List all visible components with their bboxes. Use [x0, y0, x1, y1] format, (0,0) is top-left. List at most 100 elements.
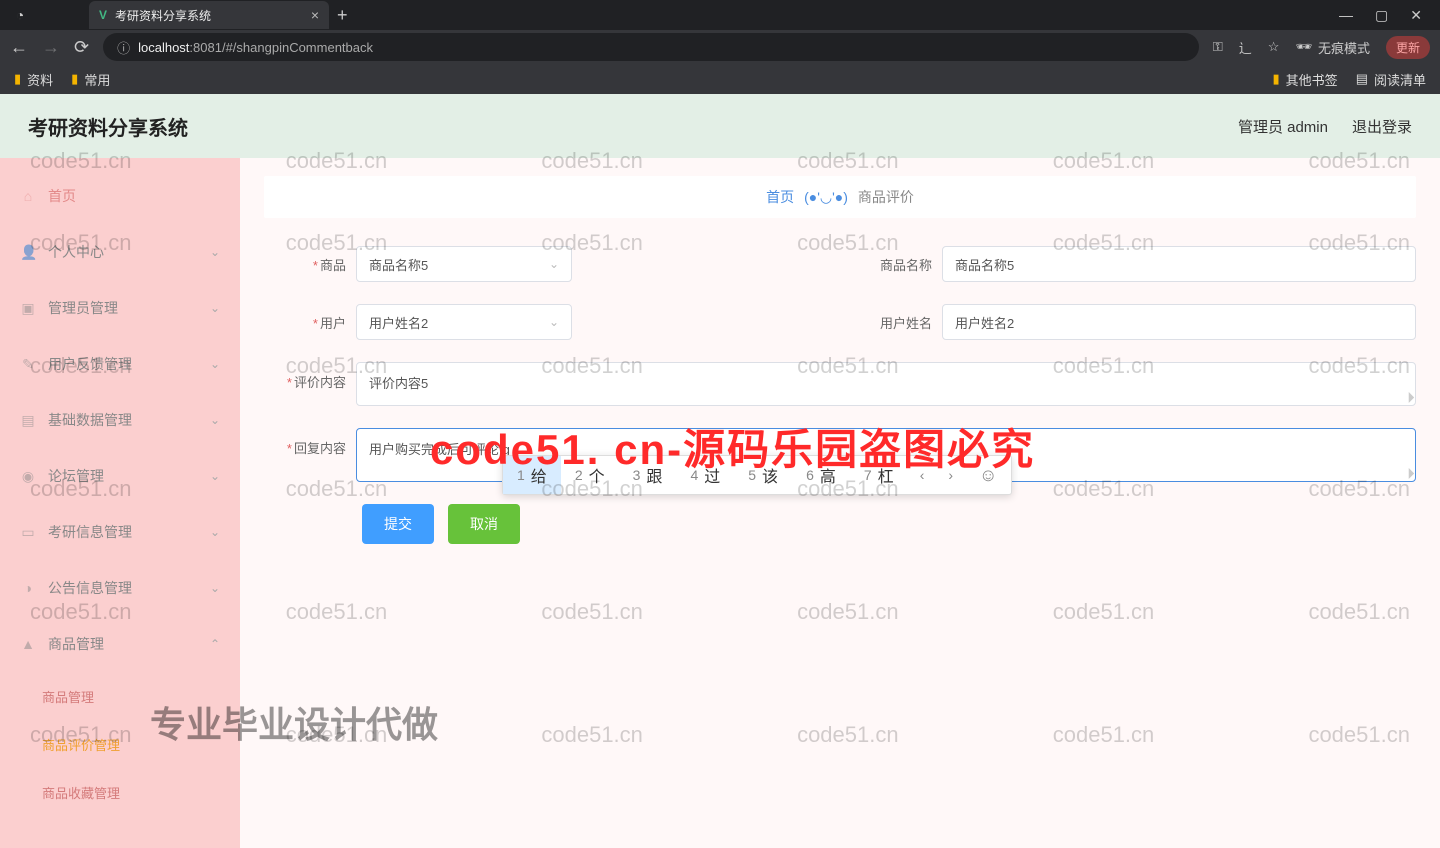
- breadcrumb-current: 商品评价: [858, 187, 914, 207]
- url-input[interactable]: ⓘ localhost:8081/#/shangpinCommentback: [103, 33, 1199, 61]
- home-icon: ⌂: [20, 188, 36, 204]
- user-icon: 👤: [20, 244, 36, 261]
- resize-handle-icon[interactable]: ◢: [1403, 391, 1416, 404]
- chevron-down-icon: ⌄: [549, 257, 559, 271]
- tab-title: 考研资料分享系统: [115, 7, 211, 24]
- sidebar-item-forum[interactable]: ◉论坛管理⌄: [0, 448, 240, 504]
- incognito-icon: 🕶: [1295, 39, 1312, 55]
- browser-chrome: ◔ V 考研资料分享系统 × + — ▢ ✕ ← → ⟳ ⓘ localhost…: [0, 0, 1440, 94]
- reading-list[interactable]: ▤阅读清单: [1356, 70, 1426, 89]
- window-controls: — ▢ ✕: [1339, 7, 1440, 24]
- user-name-input[interactable]: 用户姓名2: [942, 304, 1416, 340]
- incognito-badge: 🕶 无痕模式: [1295, 38, 1370, 57]
- face-icon: (●'◡'●): [804, 189, 848, 206]
- chevron-down-icon: ⌄: [210, 581, 220, 595]
- submit-button[interactable]: 提交: [362, 504, 434, 544]
- vue-favicon-icon: V: [99, 8, 107, 22]
- chevron-down-icon: ⌄: [210, 469, 220, 483]
- browser-tab[interactable]: V 考研资料分享系统 ×: [89, 1, 329, 29]
- new-tab-icon[interactable]: +: [337, 5, 348, 26]
- close-window-icon[interactable]: ✕: [1410, 7, 1422, 24]
- product-name-input[interactable]: 商品名称5: [942, 246, 1416, 282]
- book-icon: ▭: [20, 524, 36, 541]
- button-row: 提交 取消: [362, 504, 1416, 544]
- logout-link[interactable]: 退出登录: [1352, 116, 1412, 137]
- other-bookmarks[interactable]: ▮其他书签: [1273, 70, 1338, 89]
- url-host: localhost: [138, 40, 189, 55]
- bookmark-folder-2[interactable]: ▮常用: [71, 70, 110, 89]
- sidebar-sub-product-manage[interactable]: 商品管理: [0, 672, 240, 720]
- ime-candidate[interactable]: 1给: [503, 456, 561, 494]
- app-title: 考研资料分享系统: [28, 112, 188, 141]
- breadcrumb-home[interactable]: 首页: [766, 187, 794, 207]
- minimize-icon[interactable]: —: [1339, 7, 1353, 24]
- update-button[interactable]: 更新: [1386, 36, 1430, 59]
- ime-next-icon[interactable]: ›: [936, 467, 965, 483]
- sidebar-item-notice[interactable]: ◑公告信息管理⌄: [0, 560, 240, 616]
- resize-handle-icon[interactable]: ◢: [1403, 467, 1416, 480]
- sidebar-item-exam[interactable]: ▭考研信息管理⌄: [0, 504, 240, 560]
- sidebar: ⌂首页 👤个人中心⌄ ▣管理员管理⌄ ✎用户反馈管理⌄ ▤基础数据管理⌄ ◉论坛…: [0, 158, 240, 848]
- chevron-down-icon: ⌄: [210, 245, 220, 259]
- chevron-down-icon: ⌄: [210, 301, 220, 315]
- forward-icon[interactable]: →: [42, 37, 60, 58]
- sidebar-sub-product-comment[interactable]: 商品评价管理: [0, 720, 240, 768]
- ime-candidate-bar: 1给 2个 3跟 4过 5该 6高 7杠 ‹ › ☺: [502, 455, 1012, 495]
- bookmark-bar: ▮资料 ▮常用 ▮其他书签 ▤阅读清单: [0, 64, 1440, 94]
- translate-icon[interactable]: ⻌: [1239, 38, 1252, 57]
- chevron-down-icon: ⌄: [549, 315, 559, 329]
- sidebar-item-product[interactable]: ▲商品管理⌃: [0, 616, 240, 672]
- feedback-icon: ✎: [20, 356, 36, 373]
- address-bar: ← → ⟳ ⓘ localhost:8081/#/shangpinComment…: [0, 30, 1440, 64]
- ime-candidate[interactable]: 4过: [676, 456, 734, 494]
- reload-icon[interactable]: ⟳: [74, 37, 89, 58]
- breadcrumb: 首页 (●'◡'●) 商品评价: [264, 176, 1416, 218]
- notice-icon: ◑: [20, 580, 36, 596]
- url-port: :8081: [189, 40, 222, 55]
- folder-icon: ▮: [71, 71, 78, 87]
- ime-candidate[interactable]: 7杠: [850, 456, 908, 494]
- clipboard-icon: ▣: [20, 300, 36, 317]
- star-icon[interactable]: ☆: [1268, 39, 1280, 55]
- data-icon: ▤: [20, 412, 36, 429]
- tab-control-icon[interactable]: ◔: [6, 1, 34, 29]
- ime-emoji-icon[interactable]: ☺: [965, 465, 1011, 486]
- admin-label[interactable]: 管理员 admin: [1238, 116, 1328, 137]
- chevron-down-icon: ⌄: [210, 413, 220, 427]
- ime-prev-icon[interactable]: ‹: [908, 467, 937, 483]
- url-path: /#/shangpinCommentback: [222, 40, 373, 55]
- folder-icon: ▮: [1273, 71, 1280, 87]
- product-select[interactable]: 商品名称5⌄: [356, 246, 572, 282]
- forum-icon: ◉: [20, 468, 36, 485]
- tab-bar: ◔ V 考研资料分享系统 × + — ▢ ✕: [0, 0, 1440, 30]
- key-icon[interactable]: ⚿: [1213, 39, 1223, 55]
- user-select[interactable]: 用户姓名2⌄: [356, 304, 572, 340]
- sidebar-item-home[interactable]: ⌂首页: [0, 168, 240, 224]
- back-icon[interactable]: ←: [10, 37, 28, 58]
- sidebar-item-feedback[interactable]: ✎用户反馈管理⌄: [0, 336, 240, 392]
- sidebar-item-admin[interactable]: ▣管理员管理⌄: [0, 280, 240, 336]
- sidebar-item-profile[interactable]: 👤个人中心⌄: [0, 224, 240, 280]
- form-row-comment: *评价内容 评价内容5◢: [264, 362, 1416, 406]
- bookmark-folder-1[interactable]: ▮资料: [14, 70, 53, 89]
- form-row-product: *商品 商品名称5⌄ 商品名称 商品名称5: [264, 246, 1416, 282]
- close-tab-icon[interactable]: ×: [311, 7, 319, 23]
- sidebar-sub-product-favorite[interactable]: 商品收藏管理: [0, 768, 240, 816]
- list-icon: ▤: [1356, 71, 1368, 87]
- chevron-up-icon: ⌃: [210, 637, 220, 651]
- maximize-icon[interactable]: ▢: [1375, 7, 1388, 24]
- form-row-user: *用户 用户姓名2⌄ 用户姓名 用户姓名2: [264, 304, 1416, 340]
- info-icon: ⓘ: [117, 38, 130, 57]
- main-content: 首页 (●'◡'●) 商品评价 *商品 商品名称5⌄ 商品名称 商品名称5 *用…: [240, 158, 1440, 848]
- cancel-button[interactable]: 取消: [448, 504, 520, 544]
- product-icon: ▲: [20, 636, 36, 652]
- ime-candidate[interactable]: 2个: [561, 456, 619, 494]
- ime-candidate[interactable]: 3跟: [619, 456, 677, 494]
- ime-candidate[interactable]: 6高: [792, 456, 850, 494]
- comment-textarea[interactable]: 评价内容5◢: [356, 362, 1416, 406]
- folder-icon: ▮: [14, 71, 21, 87]
- sidebar-item-basedata[interactable]: ▤基础数据管理⌄: [0, 392, 240, 448]
- app-header: 考研资料分享系统 管理员 admin 退出登录: [0, 94, 1440, 158]
- ime-candidate[interactable]: 5该: [734, 456, 792, 494]
- chevron-down-icon: ⌄: [210, 357, 220, 371]
